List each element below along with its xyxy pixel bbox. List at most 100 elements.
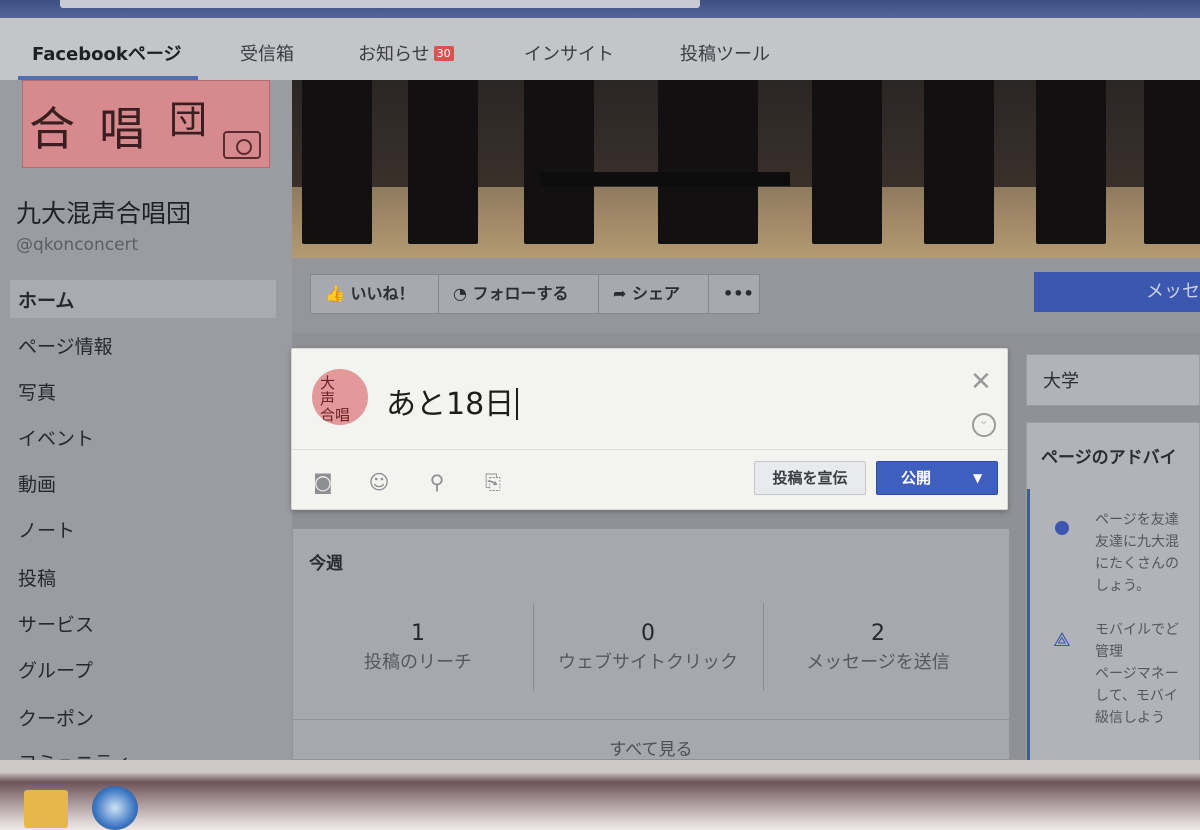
rss-icon: ◔ xyxy=(453,284,467,303)
weekly-stats-card: 今週 1 投稿のリーチ 0 ウェブサイトクリック 2 メッセージを送信 すべて見… xyxy=(292,528,1010,760)
send-message-button[interactable]: メッセ xyxy=(1034,272,1200,312)
tip-mobile-manager[interactable]: モバイルでど 管理 ページマネー して、モバイ 級信しよう xyxy=(1095,619,1179,729)
stat-value: 0 xyxy=(641,621,655,646)
like-button[interactable]: 👍 いいね！ xyxy=(311,275,439,313)
tip-line: モバイルでど xyxy=(1095,622,1179,638)
post-text-value: あと18日 xyxy=(386,387,515,422)
tab-label: 受信箱 xyxy=(240,44,294,65)
network-share-icon: ⟁ xyxy=(1053,627,1071,651)
monitor-bezel xyxy=(0,760,1200,830)
page-name[interactable]: 九大混声合唱団 xyxy=(16,194,191,230)
tip-line: 友達に九大混 xyxy=(1095,534,1179,550)
weekly-title: 今週 xyxy=(309,554,343,574)
post-composer: 大 声 合唱 あと18日 ✕ ᵕ ◙ ☺ ⚲ ⎘ 投稿を宣伝 公開 ▼ xyxy=(291,348,1008,510)
cover-photo[interactable] xyxy=(292,80,1200,258)
tips-title: ページのアドバイ xyxy=(1041,448,1177,468)
tip-line: 管理 xyxy=(1095,644,1123,660)
more-dots-icon: ••• xyxy=(723,284,754,303)
like-label: いいね！ xyxy=(350,284,415,303)
stat-messages-sent[interactable]: 2 メッセージを送信 xyxy=(763,621,993,674)
more-button[interactable]: ••• xyxy=(709,275,759,313)
composer-divider xyxy=(292,449,1007,450)
tab-facebook-page[interactable]: Facebookページ xyxy=(32,40,182,66)
avatar-text: 声 xyxy=(320,390,336,408)
camera-icon[interactable]: ◙ xyxy=(310,469,336,495)
tab-label: インサイト xyxy=(524,44,614,65)
tab-inbox[interactable]: 受信箱 xyxy=(240,40,294,66)
page-profile-picture[interactable]: 合 唱 団 xyxy=(22,80,270,168)
card-divider xyxy=(293,719,1009,720)
logo-glyph: 団 xyxy=(169,98,208,142)
tip-line: にたくさんの xyxy=(1095,556,1179,572)
action-button-group: 👍 いいね！ ◔ フォローする ➦ シェア ••• xyxy=(310,274,760,314)
tip-line: しょう。 xyxy=(1095,578,1151,594)
stat-website-clicks[interactable]: 0 ウェブサイトクリック xyxy=(533,621,763,674)
publish-button[interactable]: 公開 ▼ xyxy=(876,461,998,495)
camera-icon[interactable] xyxy=(223,131,261,159)
cover-figure xyxy=(302,80,372,244)
cover-figure xyxy=(524,80,594,244)
stat-label: メッセージを送信 xyxy=(806,652,950,673)
tip-invite-friends[interactable]: ページを友達 友達に九大混 にたくさんの しょう。 xyxy=(1095,509,1179,597)
tab-notifications[interactable]: お知らせ 30 xyxy=(358,40,454,66)
tab-label: Facebookページ xyxy=(32,44,182,65)
cover-figure xyxy=(658,80,758,244)
text-caret xyxy=(516,388,519,420)
share-label: シェア xyxy=(631,284,680,303)
sidebar-item-home[interactable]: ホーム xyxy=(18,286,74,313)
stat-value: 1 xyxy=(411,621,425,646)
cover-figure xyxy=(408,80,478,244)
sidebar-item-photos[interactable]: 写真 xyxy=(18,378,56,405)
avatar-text: 合唱 xyxy=(320,406,351,424)
follow-label: フォローする xyxy=(472,284,569,303)
tip-line: して、モバイ xyxy=(1095,688,1178,704)
location-pin-icon[interactable]: ⚲ xyxy=(424,469,450,495)
promote-post-button[interactable]: 投稿を宣伝 xyxy=(754,461,866,495)
sidebar-item-videos[interactable]: 動画 xyxy=(18,470,56,497)
feeling-smiley-icon[interactable]: ☺ xyxy=(366,469,392,495)
tip-line: 級信しよう xyxy=(1095,710,1165,726)
thumbs-up-icon: 👍 xyxy=(325,284,345,303)
tab-label: 投稿ツール xyxy=(680,44,770,65)
sidebar-item-services[interactable]: サービス xyxy=(18,610,94,637)
stat-value: 2 xyxy=(871,621,885,646)
publish-label: 公開 xyxy=(901,469,932,487)
tab-insights[interactable]: インサイト xyxy=(524,40,614,66)
share-button[interactable]: ➦ シェア xyxy=(599,275,709,313)
tips-accent-bar xyxy=(1027,489,1030,761)
share-arrow-icon: ➦ xyxy=(613,284,627,303)
sidebar-item-notes[interactable]: ノート xyxy=(18,516,75,543)
page-handle[interactable]: @qkonconcert xyxy=(16,235,138,255)
lightbulb-icon xyxy=(1055,521,1069,535)
see-all-link[interactable]: すべて見る xyxy=(293,735,1009,760)
sidebar-item-posts[interactable]: 投稿 xyxy=(18,564,56,591)
sidebar-item-coupons[interactable]: クーポン xyxy=(18,704,94,731)
tab-publishing-tools[interactable]: 投稿ツール xyxy=(680,40,770,66)
follow-button[interactable]: ◔ フォローする xyxy=(439,275,599,313)
search-bar[interactable] xyxy=(60,0,700,8)
sidebar-item-about[interactable]: ページ情報 xyxy=(18,332,113,359)
folder-icon[interactable] xyxy=(24,790,68,828)
left-sidebar: 合 唱 団 九大混声合唱団 @qkonconcert ホーム ページ情報 写真 … xyxy=(0,80,292,774)
right-column: 大学 ページのアドバイ ページを友達 友達に九大混 にたくさんの しょう。 ⟁ … xyxy=(1020,340,1200,762)
product-tag-icon[interactable]: ⎘ xyxy=(480,469,506,495)
emoji-icon[interactable]: ᵕ xyxy=(972,413,996,437)
notification-badge: 30 xyxy=(433,46,454,61)
cover-figure xyxy=(1144,80,1200,244)
stat-reach[interactable]: 1 投稿のリーチ xyxy=(303,621,533,674)
app-launcher-icon[interactable] xyxy=(92,786,138,830)
stat-label: ウェブサイトクリック xyxy=(558,652,738,673)
cover-figure xyxy=(924,80,994,244)
page-tips-panel: ページのアドバイ ページを友達 友達に九大混 にたくさんの しょう。 ⟁ モバイ… xyxy=(1026,422,1200,762)
music-stand xyxy=(540,172,790,186)
post-text-input[interactable]: あと18日 xyxy=(386,379,519,423)
logo-glyph: 合 xyxy=(29,102,75,156)
sidebar-item-events[interactable]: イベント xyxy=(18,424,94,451)
chevron-down-icon[interactable]: ▼ xyxy=(973,462,982,494)
sidebar-item-groups[interactable]: グループ xyxy=(18,656,93,683)
logo-glyph: 唱 xyxy=(99,102,145,156)
page-category[interactable]: 大学 xyxy=(1026,354,1200,406)
browser-top-bar xyxy=(0,0,1200,18)
close-icon[interactable]: ✕ xyxy=(970,367,992,397)
page-action-bar: 👍 いいね！ ◔ フォローする ➦ シェア ••• メッセ xyxy=(292,258,1200,333)
